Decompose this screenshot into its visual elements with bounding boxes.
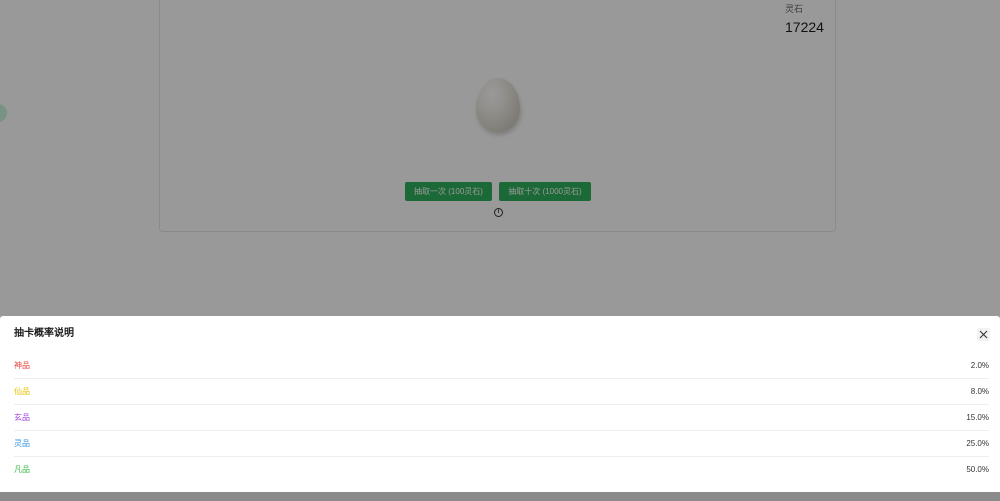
probability-row: 仙品 8.0% [14,379,989,405]
rarity-label: 神品 [14,361,30,370]
rarity-probability: 15.0% [966,413,989,422]
probability-row: 凡品 50.0% [14,457,989,482]
rarity-label: 灵品 [14,439,30,448]
rarity-label: 凡品 [14,465,30,474]
rarity-probability: 25.0% [966,439,989,448]
rarity-label: 仙品 [14,387,30,396]
close-button[interactable] [977,328,990,341]
probability-row: 神品 2.0% [14,353,989,379]
close-icon [979,330,988,339]
page: 灵石 17224 抽取一次 (100灵石) 抽取十次 (1000灵石) i 抽卡… [0,0,1000,501]
probability-row: 玄品 15.0% [14,405,989,431]
rarity-probability: 8.0% [970,387,989,396]
sheet-title: 抽卡概率说明 [14,328,74,339]
rarity-probability: 50.0% [966,465,989,474]
probability-list: 神品 2.0% 仙品 8.0% 玄品 15.0% 灵品 25.0% 凡品 50.… [14,353,989,482]
bottom-backdrop-strip [0,492,1000,501]
rarity-label: 玄品 [14,413,30,422]
probability-row: 灵品 25.0% [14,431,989,457]
rarity-probability: 2.0% [970,361,989,370]
